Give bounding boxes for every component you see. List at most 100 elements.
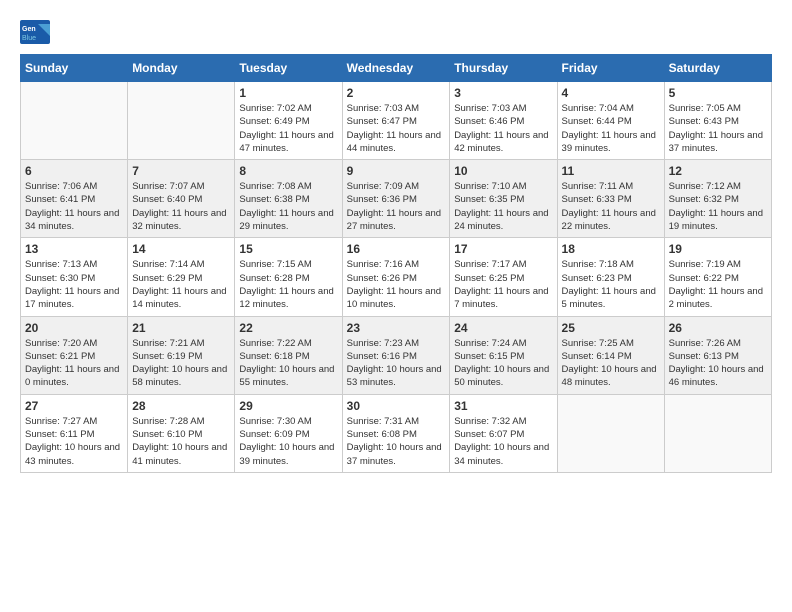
page-header: Gen Blue <box>20 20 772 44</box>
day-info: Sunrise: 7:10 AM Sunset: 6:35 PM Dayligh… <box>454 180 552 233</box>
calendar-cell: 20Sunrise: 7:20 AM Sunset: 6:21 PM Dayli… <box>21 316 128 394</box>
day-info: Sunrise: 7:27 AM Sunset: 6:11 PM Dayligh… <box>25 415 123 468</box>
day-number: 21 <box>132 321 230 335</box>
day-info: Sunrise: 7:02 AM Sunset: 6:49 PM Dayligh… <box>239 102 337 155</box>
calendar-week-row: 1 Sunrise: 7:02 AM Sunset: 6:49 PM Daylig… <box>21 82 772 160</box>
calendar-cell: 15 Sunrise: 7:15 AM Sunset: 6:28 PM Dayli… <box>235 238 342 316</box>
day-number: 25 <box>562 321 660 335</box>
calendar-cell: 28 Sunrise: 7:28 AM Sunset: 6:10 PM Dayli… <box>128 394 235 472</box>
calendar-week-row: 20Sunrise: 7:20 AM Sunset: 6:21 PM Dayli… <box>21 316 772 394</box>
calendar-cell: 10 Sunrise: 7:10 AM Sunset: 6:35 PM Dayli… <box>450 160 557 238</box>
day-number: 28 <box>132 399 230 413</box>
calendar-cell: 23 Sunrise: 7:23 AM Sunset: 6:16 PM Dayli… <box>342 316 450 394</box>
day-number: 13 <box>25 242 123 256</box>
day-number: 16 <box>347 242 446 256</box>
day-number: 4 <box>562 86 660 100</box>
calendar-cell: 22 Sunrise: 7:22 AM Sunset: 6:18 PM Dayli… <box>235 316 342 394</box>
calendar-cell: 4 Sunrise: 7:04 AM Sunset: 6:44 PM Daylig… <box>557 82 664 160</box>
day-number: 9 <box>347 164 446 178</box>
day-number: 11 <box>562 164 660 178</box>
calendar-cell: 16 Sunrise: 7:16 AM Sunset: 6:26 PM Dayli… <box>342 238 450 316</box>
day-number: 8 <box>239 164 337 178</box>
calendar-table: SundayMondayTuesdayWednesdayThursdayFrid… <box>20 54 772 473</box>
day-info: Sunrise: 7:28 AM Sunset: 6:10 PM Dayligh… <box>132 415 230 468</box>
calendar-cell: 17 Sunrise: 7:17 AM Sunset: 6:25 PM Dayli… <box>450 238 557 316</box>
calendar-cell: 27 Sunrise: 7:27 AM Sunset: 6:11 PM Dayli… <box>21 394 128 472</box>
calendar-cell: 8 Sunrise: 7:08 AM Sunset: 6:38 PM Daylig… <box>235 160 342 238</box>
calendar-cell: 5 Sunrise: 7:05 AM Sunset: 6:43 PM Daylig… <box>664 82 771 160</box>
day-number: 3 <box>454 86 552 100</box>
day-number: 20 <box>25 321 123 335</box>
day-number: 23 <box>347 321 446 335</box>
calendar-cell: 13 Sunrise: 7:13 AM Sunset: 6:30 PM Dayli… <box>21 238 128 316</box>
calendar-cell: 18Sunrise: 7:18 AM Sunset: 6:23 PM Dayli… <box>557 238 664 316</box>
day-info: Sunrise: 7:03 AM Sunset: 6:47 PM Dayligh… <box>347 102 446 155</box>
calendar-cell: 7 Sunrise: 7:07 AM Sunset: 6:40 PM Daylig… <box>128 160 235 238</box>
calendar-cell: 1 Sunrise: 7:02 AM Sunset: 6:49 PM Daylig… <box>235 82 342 160</box>
day-number: 14 <box>132 242 230 256</box>
day-info: Sunrise: 7:12 AM Sunset: 6:32 PM Dayligh… <box>669 180 767 233</box>
calendar-cell: 14 Sunrise: 7:14 AM Sunset: 6:29 PM Dayli… <box>128 238 235 316</box>
calendar-cell: 30Sunrise: 7:31 AM Sunset: 6:08 PM Dayli… <box>342 394 450 472</box>
calendar-cell <box>128 82 235 160</box>
day-info: Sunrise: 7:21 AM Sunset: 6:19 PM Dayligh… <box>132 337 230 390</box>
day-number: 15 <box>239 242 337 256</box>
day-info: Sunrise: 7:04 AM Sunset: 6:44 PM Dayligh… <box>562 102 660 155</box>
day-info: Sunrise: 7:19 AM Sunset: 6:22 PM Dayligh… <box>669 258 767 311</box>
weekday-header-friday: Friday <box>557 55 664 82</box>
day-number: 22 <box>239 321 337 335</box>
calendar-cell <box>557 394 664 472</box>
day-info: Sunrise: 7:23 AM Sunset: 6:16 PM Dayligh… <box>347 337 446 390</box>
day-info: Sunrise: 7:06 AM Sunset: 6:41 PM Dayligh… <box>25 180 123 233</box>
calendar-cell: 21 Sunrise: 7:21 AM Sunset: 6:19 PM Dayli… <box>128 316 235 394</box>
calendar-body: 1 Sunrise: 7:02 AM Sunset: 6:49 PM Daylig… <box>21 82 772 473</box>
calendar-header-row: SundayMondayTuesdayWednesdayThursdayFrid… <box>21 55 772 82</box>
day-info: Sunrise: 7:08 AM Sunset: 6:38 PM Dayligh… <box>239 180 337 233</box>
day-info: Sunrise: 7:31 AM Sunset: 6:08 PM Dayligh… <box>347 415 446 468</box>
day-number: 19 <box>669 242 767 256</box>
day-info: Sunrise: 7:03 AM Sunset: 6:46 PM Dayligh… <box>454 102 552 155</box>
day-number: 18 <box>562 242 660 256</box>
weekday-header-tuesday: Tuesday <box>235 55 342 82</box>
day-info: Sunrise: 7:15 AM Sunset: 6:28 PM Dayligh… <box>239 258 337 311</box>
day-info: Sunrise: 7:13 AM Sunset: 6:30 PM Dayligh… <box>25 258 123 311</box>
calendar-cell: 12Sunrise: 7:12 AM Sunset: 6:32 PM Dayli… <box>664 160 771 238</box>
day-number: 24 <box>454 321 552 335</box>
weekday-header-wednesday: Wednesday <box>342 55 450 82</box>
svg-text:Gen: Gen <box>22 26 36 33</box>
day-info: Sunrise: 7:09 AM Sunset: 6:36 PM Dayligh… <box>347 180 446 233</box>
calendar-cell: 6Sunrise: 7:06 AM Sunset: 6:41 PM Daylig… <box>21 160 128 238</box>
day-number: 5 <box>669 86 767 100</box>
day-number: 7 <box>132 164 230 178</box>
calendar-cell: 9 Sunrise: 7:09 AM Sunset: 6:36 PM Daylig… <box>342 160 450 238</box>
day-number: 10 <box>454 164 552 178</box>
calendar-week-row: 27 Sunrise: 7:27 AM Sunset: 6:11 PM Dayli… <box>21 394 772 472</box>
weekday-header-sunday: Sunday <box>21 55 128 82</box>
calendar-cell: 11 Sunrise: 7:11 AM Sunset: 6:33 PM Dayli… <box>557 160 664 238</box>
day-info: Sunrise: 7:05 AM Sunset: 6:43 PM Dayligh… <box>669 102 767 155</box>
day-info: Sunrise: 7:24 AM Sunset: 6:15 PM Dayligh… <box>454 337 552 390</box>
day-info: Sunrise: 7:16 AM Sunset: 6:26 PM Dayligh… <box>347 258 446 311</box>
day-info: Sunrise: 7:17 AM Sunset: 6:25 PM Dayligh… <box>454 258 552 311</box>
calendar-week-row: 6Sunrise: 7:06 AM Sunset: 6:41 PM Daylig… <box>21 160 772 238</box>
calendar-cell: 25 Sunrise: 7:25 AM Sunset: 6:14 PM Dayli… <box>557 316 664 394</box>
day-number: 27 <box>25 399 123 413</box>
day-number: 1 <box>239 86 337 100</box>
day-info: Sunrise: 7:14 AM Sunset: 6:29 PM Dayligh… <box>132 258 230 311</box>
weekday-header-monday: Monday <box>128 55 235 82</box>
day-info: Sunrise: 7:22 AM Sunset: 6:18 PM Dayligh… <box>239 337 337 390</box>
day-number: 17 <box>454 242 552 256</box>
day-info: Sunrise: 7:07 AM Sunset: 6:40 PM Dayligh… <box>132 180 230 233</box>
calendar-cell: 19 Sunrise: 7:19 AM Sunset: 6:22 PM Dayli… <box>664 238 771 316</box>
calendar-cell: 26Sunrise: 7:26 AM Sunset: 6:13 PM Dayli… <box>664 316 771 394</box>
logo-icon: Gen Blue <box>20 20 50 44</box>
svg-text:Blue: Blue <box>22 35 36 42</box>
weekday-header-thursday: Thursday <box>450 55 557 82</box>
weekday-header-saturday: Saturday <box>664 55 771 82</box>
calendar-cell: 31Sunrise: 7:32 AM Sunset: 6:07 PM Dayli… <box>450 394 557 472</box>
day-info: Sunrise: 7:25 AM Sunset: 6:14 PM Dayligh… <box>562 337 660 390</box>
calendar-week-row: 13 Sunrise: 7:13 AM Sunset: 6:30 PM Dayli… <box>21 238 772 316</box>
day-info: Sunrise: 7:11 AM Sunset: 6:33 PM Dayligh… <box>562 180 660 233</box>
logo: Gen Blue <box>20 20 54 44</box>
day-number: 29 <box>239 399 337 413</box>
